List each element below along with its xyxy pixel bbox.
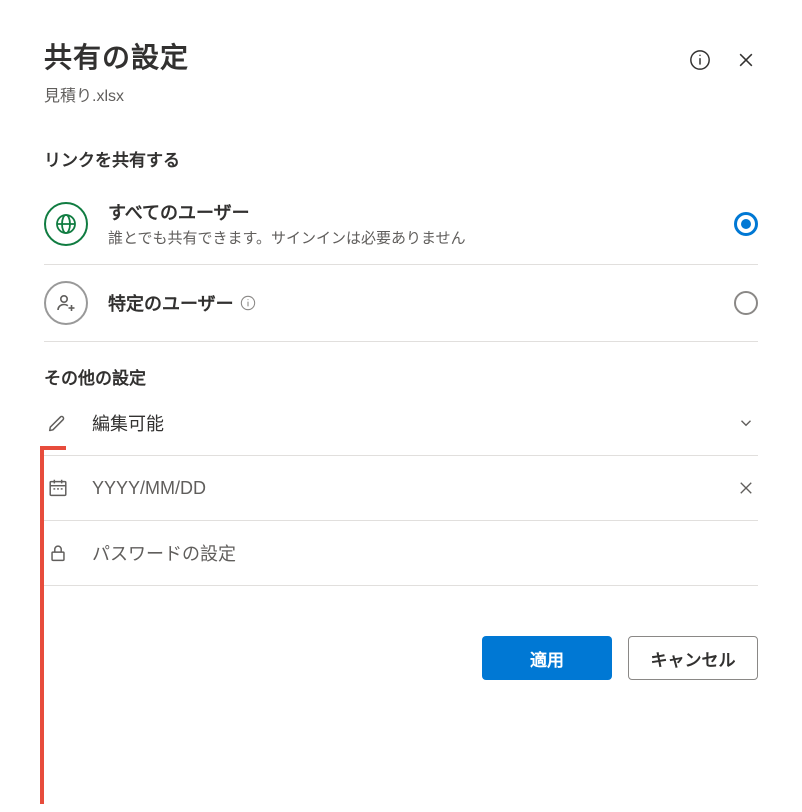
pencil-icon xyxy=(44,409,72,437)
cancel-button[interactable]: キャンセル xyxy=(628,636,758,680)
password-placeholder: パスワードの設定 xyxy=(92,540,758,566)
radio-selected[interactable] xyxy=(734,212,758,236)
share-link-section-label: リンクを共有する xyxy=(44,146,758,171)
share-option-specific-title-text: 特定のユーザー xyxy=(108,290,234,316)
info-small-icon[interactable] xyxy=(240,295,256,311)
header-text: 共有の設定 見積り.xlsx xyxy=(44,36,688,106)
share-option-anyone-subtitle: 誰とでも共有できます。サインインは必要ありません xyxy=(108,227,714,248)
permission-row[interactable]: 編集可能 xyxy=(44,391,758,456)
close-icon[interactable] xyxy=(734,48,758,72)
share-option-specific[interactable]: 特定のユーザー xyxy=(44,265,758,342)
dialog-title: 共有の設定 xyxy=(44,36,688,76)
share-option-anyone-text: すべてのユーザー 誰とでも共有できます。サインインは必要ありません xyxy=(108,199,714,248)
header-actions xyxy=(688,48,758,72)
share-settings-dialog: 共有の設定 見積り.xlsx リンクを共有する xyxy=(0,0,802,812)
share-option-anyone[interactable]: すべてのユーザー 誰とでも共有できます。サインインは必要ありません xyxy=(44,183,758,265)
other-settings-section-label: その他の設定 xyxy=(44,364,758,389)
dialog-header: 共有の設定 見積り.xlsx xyxy=(44,36,758,106)
people-add-icon xyxy=(44,281,88,325)
expiry-date-placeholder: YYYY/MM/DD xyxy=(92,478,714,499)
password-row[interactable]: パスワードの設定 xyxy=(44,521,758,586)
expiry-date-row[interactable]: YYYY/MM/DD xyxy=(44,456,758,521)
chevron-down-icon[interactable] xyxy=(734,411,758,435)
clear-date-icon[interactable] xyxy=(734,476,758,500)
permission-label: 編集可能 xyxy=(92,410,714,436)
dialog-footer: 適用 キャンセル xyxy=(44,636,758,680)
info-icon[interactable] xyxy=(688,48,712,72)
share-option-specific-text: 特定のユーザー xyxy=(108,290,714,316)
lock-icon xyxy=(44,539,72,567)
share-option-anyone-title: すべてのユーザー xyxy=(108,199,714,225)
globe-icon xyxy=(44,202,88,246)
apply-button[interactable]: 適用 xyxy=(482,636,612,680)
radio-unselected[interactable] xyxy=(734,291,758,315)
share-option-specific-title: 特定のユーザー xyxy=(108,290,714,316)
calendar-icon xyxy=(44,474,72,502)
filename-label: 見積り.xlsx xyxy=(44,82,688,106)
